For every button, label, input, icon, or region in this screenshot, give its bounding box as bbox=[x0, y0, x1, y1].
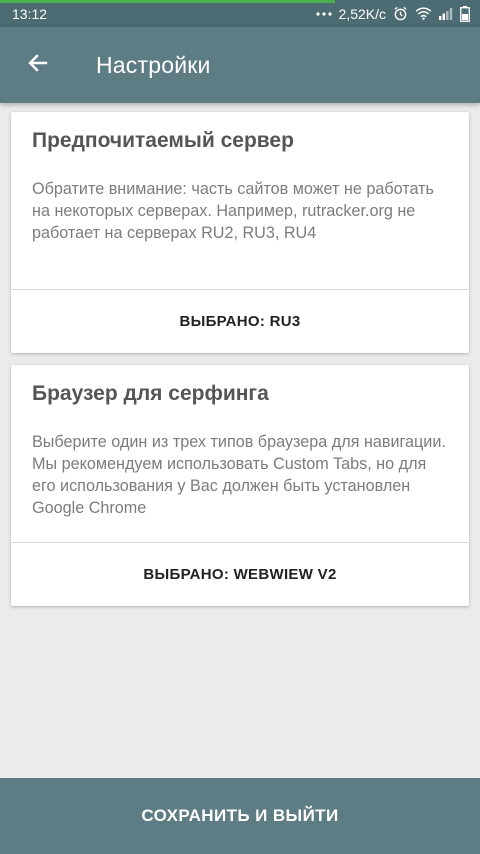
signal-icon bbox=[439, 7, 453, 20]
alarm-icon bbox=[393, 6, 408, 21]
wifi-icon bbox=[415, 7, 432, 20]
card-description: Выберите один из трех типов браузера для… bbox=[32, 433, 446, 517]
browser-select-button[interactable]: ВЫБРАНО: WEBWIEW V2 bbox=[11, 543, 469, 606]
card-description: Обратите внимание: часть сайтов может не… bbox=[32, 180, 434, 242]
dots-icon bbox=[315, 11, 332, 17]
page-title: Настройки bbox=[96, 51, 211, 78]
card-title: Предпочитаемый сервер bbox=[32, 129, 294, 152]
status-icons: 2,52K/c bbox=[315, 5, 470, 22]
server-select-button[interactable]: ВЫБРАНО: RU3 bbox=[11, 290, 469, 353]
battery-icon bbox=[460, 5, 470, 22]
card-title: Браузер для серфинга bbox=[32, 382, 269, 405]
save-and-exit-button[interactable]: СОХРАНИТЬ И ВЫЙТИ bbox=[0, 778, 480, 854]
arrow-left-icon bbox=[26, 51, 50, 80]
browser-card: Браузер для серфинга Выберите один из тр… bbox=[11, 365, 469, 606]
status-bar: 13:12 2,52K/c bbox=[0, 0, 480, 27]
back-button[interactable] bbox=[20, 47, 56, 83]
download-progress-bar bbox=[0, 0, 335, 3]
server-card: Предпочитаемый сервер Обратите внимание:… bbox=[11, 112, 469, 353]
status-time: 13:12 bbox=[12, 5, 48, 22]
app-bar: Настройки bbox=[0, 27, 480, 103]
network-speed: 2,52K/c bbox=[338, 5, 386, 22]
